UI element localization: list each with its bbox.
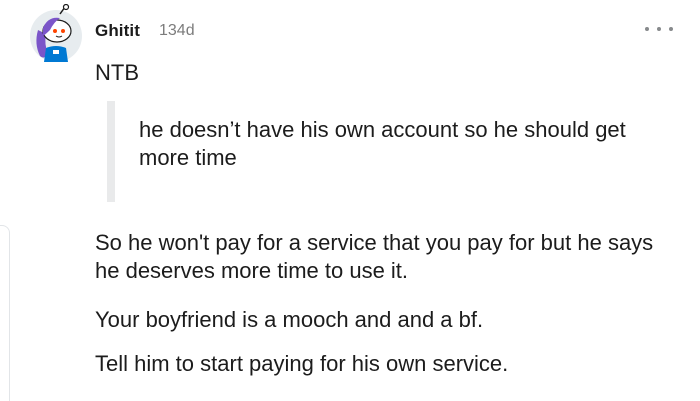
blockquote-bar [107, 101, 115, 202]
comment-timestamp[interactable]: 134d [159, 22, 195, 40]
more-options-icon-dot [657, 27, 661, 31]
more-options-icon [645, 27, 649, 31]
more-options-button[interactable] [645, 20, 673, 38]
snoo-avatar-icon [30, 3, 82, 62]
comment-paragraph: Your boyfriend is a mooch and and a bf. [95, 307, 484, 332]
comment-paragraph: So he won't pay for a service that you p… [95, 230, 654, 283]
comment-first-line: NTB [95, 60, 139, 85]
blockquote: he doesn’t have his own account so he sh… [107, 101, 667, 202]
user-avatar[interactable] [26, 3, 86, 64]
comment-author[interactable]: Ghitit [95, 21, 140, 41]
blockquote-text: he doesn’t have his own account so he sh… [139, 117, 626, 170]
adjacent-panel-edge [0, 225, 10, 401]
comment-paragraph: Tell him to start paying for his own ser… [95, 351, 509, 376]
more-options-icon-dot [669, 27, 673, 31]
